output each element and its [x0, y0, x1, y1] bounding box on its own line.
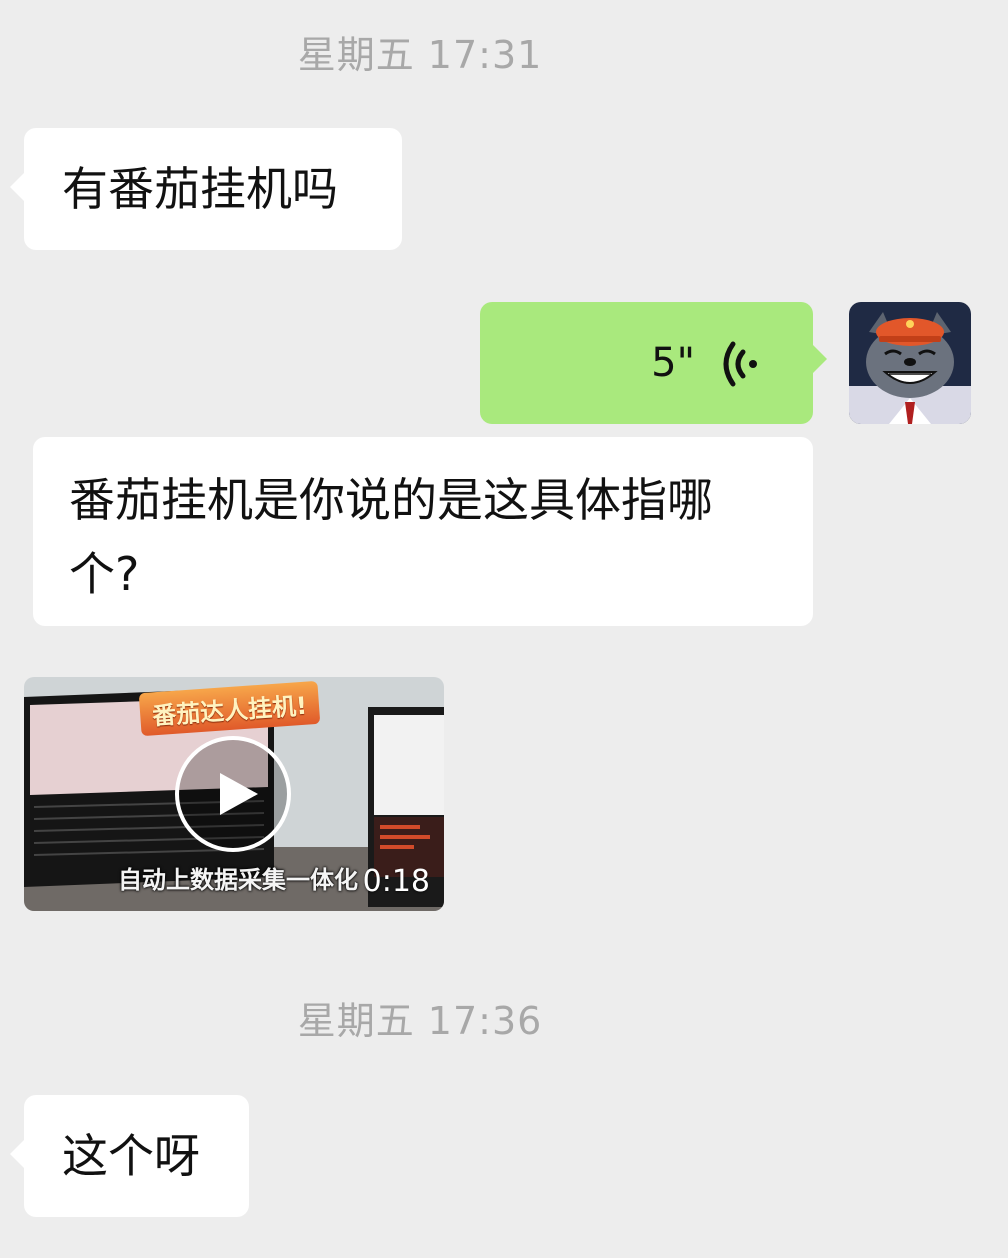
message-text: 番茄挂机是你说的是这具体指哪个? [69, 473, 713, 601]
outgoing-voice-message[interactable]: 5" [480, 302, 827, 424]
wolf-avatar-icon [849, 302, 971, 424]
incoming-message-bubble[interactable]: 这个呀 [10, 1095, 249, 1217]
timestamp: 星期五 17:31 [297, 33, 543, 77]
message-text: 有番茄挂机吗 [62, 162, 338, 216]
timestamp: 星期五 17:36 [297, 999, 543, 1043]
avatar[interactable] [849, 302, 971, 424]
video-caption: 自动上数据采集一体化 [118, 866, 358, 894]
message-text: 这个呀 [62, 1129, 200, 1183]
incoming-message-bubble[interactable]: 番茄挂机是你说的是这具体指哪个? [33, 437, 813, 626]
voice-wave-icon [723, 341, 757, 387]
video-duration: 0:18 [362, 864, 430, 899]
incoming-message-bubble[interactable]: 有番茄挂机吗 [10, 128, 402, 250]
voice-duration: 5" [651, 340, 695, 386]
video-message[interactable]: 番茄达人挂机! 自动上数据采集一体化 0:18 [24, 677, 444, 911]
play-icon[interactable] [174, 735, 292, 853]
